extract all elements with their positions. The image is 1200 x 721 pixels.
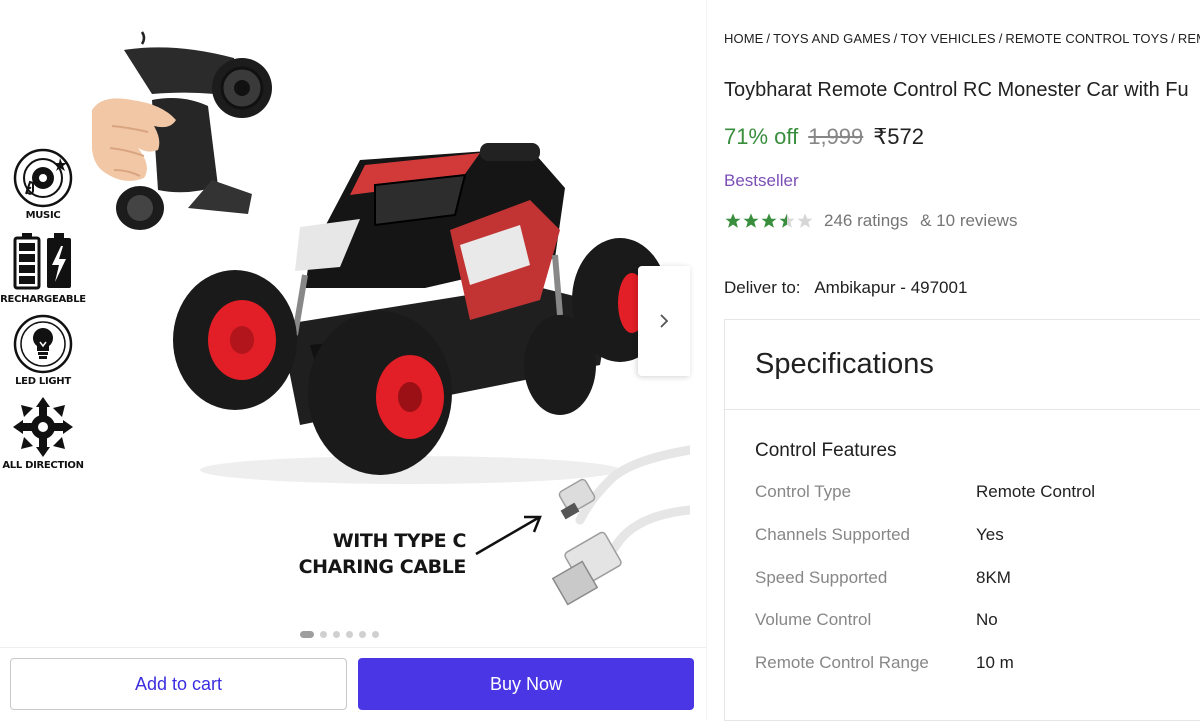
spec-value: 8KM bbox=[976, 568, 1011, 587]
feature-led-light-label: LED LIGHT bbox=[15, 376, 71, 387]
carousel-dot[interactable] bbox=[346, 631, 353, 638]
discount-percent: 71% off bbox=[724, 124, 799, 149]
column-divider bbox=[706, 0, 707, 721]
breadcrumb-remote-control-toys-2[interactable]: REMOTE CONTROL TOYS bbox=[1178, 31, 1200, 46]
feature-rechargeable-label: RECHARGEABLE bbox=[0, 294, 86, 305]
price-row: 71% off 1,999 ₹572 bbox=[724, 124, 924, 150]
breadcrumb-toys-and-games[interactable]: TOYS AND GAMES bbox=[773, 31, 890, 46]
spec-value: Yes bbox=[976, 525, 1004, 544]
image-carousel-dots bbox=[300, 631, 379, 638]
spec-key: Channels Supported bbox=[755, 525, 911, 544]
add-to-cart-button[interactable]: Add to cart bbox=[10, 658, 347, 710]
specifications-divider bbox=[725, 409, 1200, 410]
product-info-panel: HOME / TOYS AND GAMES / TOY VEHICLES / REMOTE … bbox=[724, 0, 1200, 721]
selling-price: ₹572 bbox=[873, 124, 924, 149]
deliver-to-label: Deliver to: bbox=[724, 278, 801, 297]
all-direction-icon bbox=[13, 397, 73, 457]
carousel-dot[interactable] bbox=[333, 631, 340, 638]
ratings-count: 246 ratings bbox=[824, 211, 909, 230]
feature-all-direction-label: ALL DIRECTION bbox=[2, 460, 84, 471]
carousel-dot[interactable] bbox=[320, 631, 327, 638]
spec-value: Remote Control bbox=[976, 482, 1096, 501]
delivery-location[interactable]: Deliver to: Ambikapur - 497001 bbox=[724, 278, 967, 298]
delivery-pincode: Ambikapur - 497001 bbox=[814, 278, 968, 297]
breadcrumb: HOME / TOYS AND GAMES / TOY VEHICLES / REMOTE … bbox=[724, 31, 1200, 46]
breadcrumb-toy-vehicles[interactable]: TOY VEHICLES bbox=[900, 31, 995, 46]
star-empty-icon bbox=[797, 213, 813, 228]
spec-value: 10 m bbox=[976, 653, 1014, 672]
star-full-icon bbox=[743, 213, 759, 228]
spec-row: Channels Supported Yes bbox=[755, 525, 1195, 549]
spec-section-title: Control Features bbox=[755, 440, 897, 461]
breadcrumb-home[interactable]: HOME bbox=[724, 31, 763, 46]
feature-music-label: MUSIC bbox=[25, 210, 61, 221]
feature-all-direction: ALL DIRECTION bbox=[0, 396, 86, 471]
star-rating bbox=[724, 212, 814, 230]
spec-row: Volume Control No bbox=[755, 610, 1195, 634]
led-bulb-icon bbox=[13, 314, 73, 374]
caption-arrow-icon bbox=[475, 515, 542, 556]
product-image-gallery: MUSIC RECHARGEABLE LED LIGHT ALL DIRECTI… bbox=[0, 0, 706, 646]
bestseller-badge: Bestseller bbox=[724, 171, 799, 190]
chevron-right-icon bbox=[660, 314, 669, 328]
car-wheel-front-right bbox=[524, 315, 596, 415]
spec-key: Control Type bbox=[755, 482, 852, 501]
cable-caption-line-2: CHARING CABLE bbox=[298, 556, 467, 578]
feature-led-light: LED LIGHT bbox=[0, 314, 86, 387]
carousel-dot[interactable] bbox=[359, 631, 366, 638]
spec-row: Speed Supported 8KM bbox=[755, 568, 1195, 592]
spec-key: Remote Control Range bbox=[755, 653, 929, 672]
spec-row: Remote Control Range 10 m bbox=[755, 653, 1195, 677]
car-wheel-front bbox=[308, 311, 452, 475]
star-full-icon bbox=[761, 213, 777, 228]
spec-key: Volume Control bbox=[755, 610, 872, 629]
breadcrumb-remote-control-toys[interactable]: REMOTE CONTROL TOYS bbox=[1005, 31, 1168, 46]
next-image-button[interactable] bbox=[638, 266, 690, 376]
cable-caption: WITH TYPE C CHARING CABLE bbox=[270, 528, 467, 580]
feature-rechargeable: RECHARGEABLE bbox=[0, 232, 86, 305]
spec-row: Control Type Remote Control bbox=[755, 482, 1195, 506]
specifications-card: Specifications Control Features Control … bbox=[724, 319, 1200, 721]
carousel-dot[interactable] bbox=[372, 631, 379, 638]
product-title: Toybharat Remote Control RC Monester Car… bbox=[724, 79, 1189, 101]
carousel-dot-active[interactable] bbox=[300, 631, 314, 638]
spec-value: No bbox=[976, 610, 998, 629]
star-half-icon bbox=[779, 213, 795, 228]
rating-row[interactable]: 246 ratings & 10 reviews bbox=[724, 211, 1017, 231]
specifications-title: Specifications bbox=[755, 348, 934, 380]
purchase-action-bar: Add to cart Buy Now bbox=[0, 647, 706, 721]
music-disc-icon bbox=[13, 148, 73, 208]
star-full-icon bbox=[725, 213, 741, 228]
feature-music: MUSIC bbox=[0, 148, 86, 221]
spec-key: Speed Supported bbox=[755, 568, 888, 587]
reviews-count: & 10 reviews bbox=[920, 211, 1018, 230]
buy-now-button[interactable]: Buy Now bbox=[358, 658, 694, 710]
original-price: 1,999 bbox=[808, 124, 864, 149]
cable-caption-line-1: WITH TYPE C bbox=[332, 530, 467, 552]
usb-type-c-cable-image bbox=[551, 445, 690, 606]
battery-icon bbox=[13, 233, 71, 290]
car-wheel-rear-left bbox=[173, 270, 297, 410]
